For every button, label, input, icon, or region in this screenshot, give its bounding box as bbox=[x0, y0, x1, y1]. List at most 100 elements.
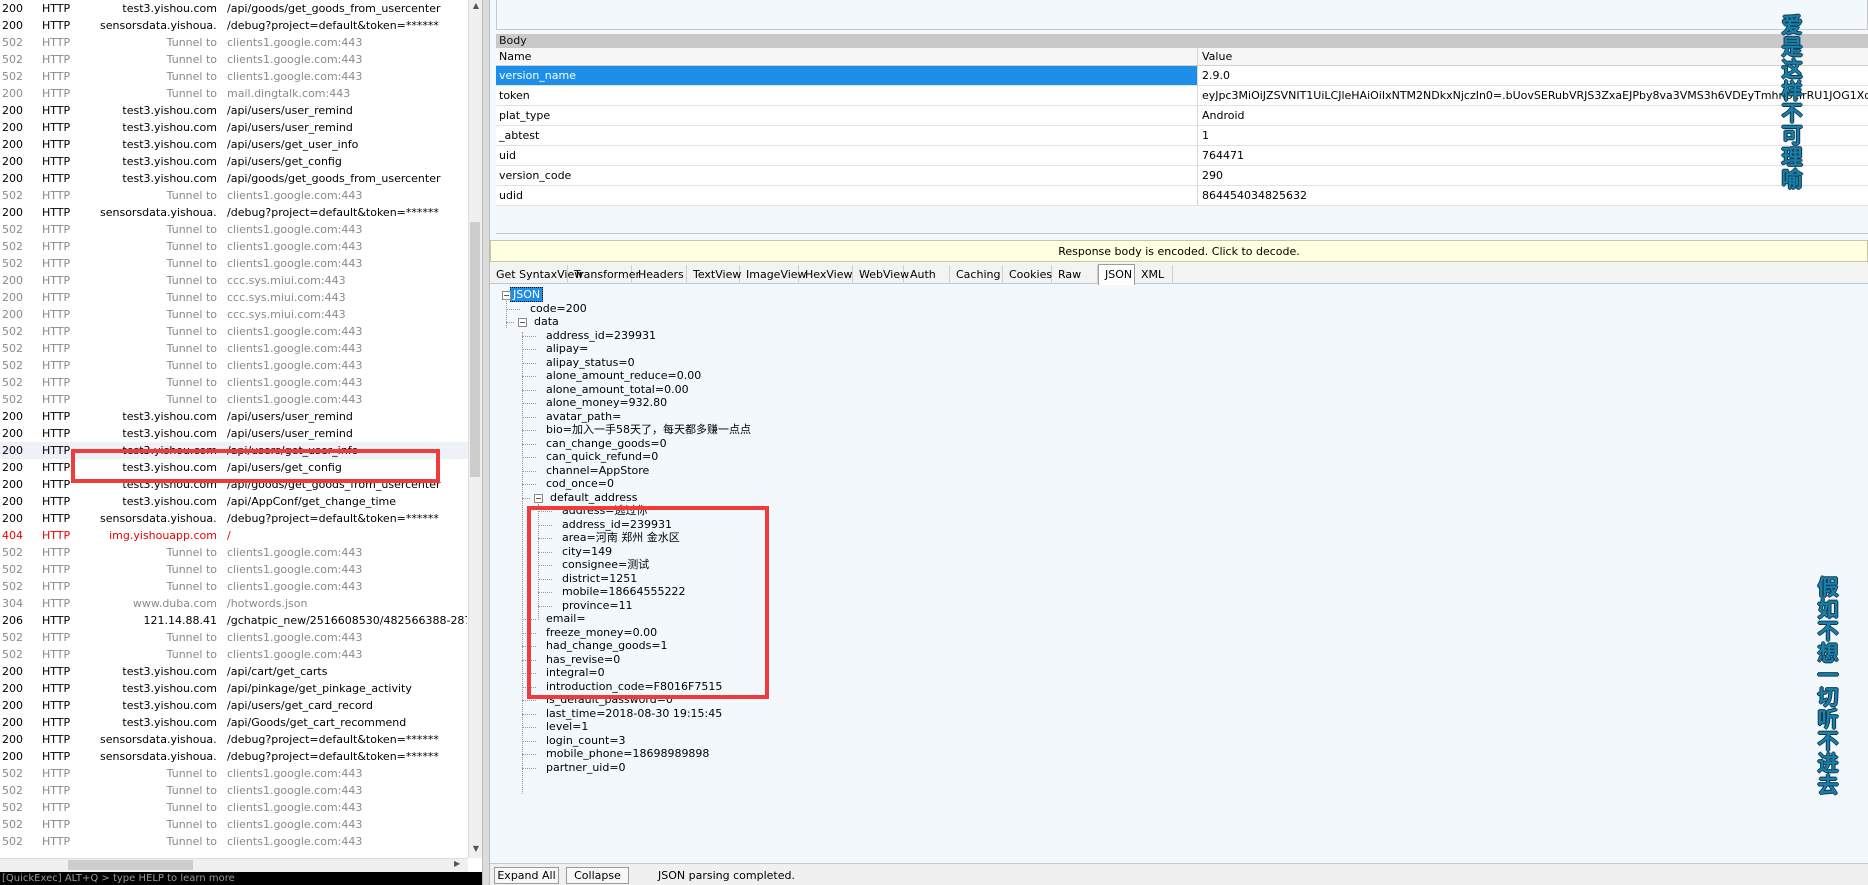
tab-imageview[interactable]: ImageView bbox=[740, 265, 807, 284]
session-row[interactable]: 200 HTTP test3.yishou.com/api/users/user_r… bbox=[0, 425, 468, 442]
tab-headers[interactable]: Headers bbox=[632, 265, 687, 284]
session-url: /api/users/get_user_info bbox=[227, 444, 359, 457]
session-row[interactable]: 200 HTTP test3.yishou.com/api/users/get_us… bbox=[0, 136, 468, 153]
session-row[interactable]: 200 HTTP test3.yishou.com/api/users/get_ca… bbox=[0, 697, 468, 714]
session-row[interactable]: 502 HTTP Tunnel to clients1.google.com:443 bbox=[0, 544, 468, 561]
quickexec-bar[interactable]: [QuickExec] ALT+Q > type HELP to learn m… bbox=[0, 872, 482, 885]
session-row[interactable]: 200 HTTP Tunnel to ccc.sys.miui.com:443 bbox=[0, 306, 468, 323]
tab-transformer[interactable]: Transformer bbox=[568, 265, 640, 284]
tab-xml[interactable]: XML bbox=[1135, 265, 1173, 284]
json-node-label: address_id=239931 bbox=[562, 517, 672, 531]
session-row[interactable]: 200 HTTP test3.yishou.com/api/users/user_r… bbox=[0, 102, 468, 119]
scroll-down-arrow-icon[interactable]: ▼ bbox=[469, 844, 483, 853]
session-row[interactable]: 502 HTTP Tunnel to clients1.google.com:443 bbox=[0, 782, 468, 799]
body-param-row[interactable]: version_code 290 bbox=[496, 166, 1868, 186]
session-list-hscroll-thumb[interactable] bbox=[68, 860, 193, 870]
session-row[interactable]: 502 HTTP Tunnel to clients1.google.com:443 bbox=[0, 187, 468, 204]
session-row[interactable]: 200 HTTP sensorsdata.yishoua... /debug?proj… bbox=[0, 204, 468, 221]
tab-cookies[interactable]: Cookies bbox=[1003, 265, 1052, 284]
tab-auth[interactable]: Auth bbox=[904, 265, 950, 284]
json-node-label: can_change_goods=0 bbox=[546, 436, 667, 450]
session-result: 200 bbox=[2, 155, 23, 168]
session-row[interactable]: 200 HTTP test3.yishou.com/api/goods/get_go… bbox=[0, 170, 468, 187]
decode-response-banner[interactable]: Response body is encoded. Click to decod… bbox=[490, 240, 1868, 262]
session-row[interactable]: 200 HTTP sensorsdata.yishoua... /debug?proj… bbox=[0, 731, 468, 748]
json-node-label: channel=AppStore bbox=[546, 463, 650, 477]
session-row[interactable]: 200 HTTP sensorsdata.yishoua... /debug?proj… bbox=[0, 748, 468, 765]
session-row[interactable]: 502 HTTP Tunnel to clients1.google.com:443 bbox=[0, 799, 468, 816]
session-row[interactable]: 200 HTTP sensorsdata.yishoua... /debug?proj… bbox=[0, 17, 468, 34]
body-param-row[interactable]: uid 764471 bbox=[496, 146, 1868, 166]
param-value: 290 bbox=[1202, 169, 1223, 182]
json-tree-view[interactable]: JSON − code=200− data address_id=239931 alipa… bbox=[490, 285, 1868, 862]
session-row[interactable]: 200 HTTP test3.yishou.com/api/pinkage/get_… bbox=[0, 680, 468, 697]
session-row[interactable]: 502 HTTP Tunnel to clients1.google.com:443 bbox=[0, 374, 468, 391]
column-header-name[interactable]: Name bbox=[496, 48, 1198, 65]
body-param-row[interactable]: _abtest 1 bbox=[496, 126, 1868, 146]
session-row[interactable]: 200 HTTP test3.yishou.com/api/goods/get_go… bbox=[0, 0, 468, 17]
session-row[interactable]: 502 HTTP Tunnel to clients1.google.com:443 bbox=[0, 765, 468, 782]
collapse-button[interactable]: Collapse bbox=[566, 867, 629, 884]
body-param-row[interactable]: udid 864454034825632 bbox=[496, 186, 1868, 206]
scroll-right-arrow-icon[interactable]: ▶ bbox=[454, 859, 460, 868]
expand-all-button[interactable]: Expand All bbox=[494, 867, 559, 884]
session-row[interactable]: 200 HTTP test3.yishou.com/api/Goods/get_ca… bbox=[0, 714, 468, 731]
session-row[interactable]: 200 HTTP Tunnel to ccc.sys.miui.com:443 bbox=[0, 272, 468, 289]
session-row[interactable]: 200 HTTP test3.yishou.com/api/AppConf/get_… bbox=[0, 493, 468, 510]
session-row[interactable]: 502 HTTP Tunnel to clients1.google.com:443 bbox=[0, 51, 468, 68]
session-url: /api/users/user_remind bbox=[227, 104, 353, 117]
session-row[interactable]: 200 HTTP sensorsdata.yishoua... /debug?proj… bbox=[0, 510, 468, 527]
json-tree-node[interactable]: partner_uid=0 bbox=[544, 760, 628, 776]
session-row[interactable]: 304 HTTP www.duba.com/hotwords.json bbox=[0, 595, 468, 612]
body-param-row[interactable]: plat_type Android bbox=[496, 106, 1868, 126]
session-row[interactable]: 200 HTTP test3.yishou.com/api/cart/get_car… bbox=[0, 663, 468, 680]
session-row[interactable]: 502 HTTP Tunnel to clients1.google.com:443 bbox=[0, 629, 468, 646]
body-section-header: Body bbox=[496, 34, 1868, 48]
session-row[interactable]: 502 HTTP Tunnel to clients1.google.com:443 bbox=[0, 578, 468, 595]
tab-get-syntaxview[interactable]: Get SyntaxView bbox=[490, 265, 583, 284]
session-row[interactable]: 200 HTTP test3.yishou.com/api/users/get_us… bbox=[0, 442, 468, 459]
session-row[interactable]: 502 HTTP Tunnel to clients1.google.com:443 bbox=[0, 340, 468, 357]
session-row[interactable]: 502 HTTP Tunnel to clients1.google.com:443 bbox=[0, 68, 468, 85]
session-result: 200 bbox=[2, 750, 23, 763]
column-header-value[interactable]: Value bbox=[1199, 48, 1868, 65]
session-row[interactable]: 200 HTTP test3.yishou.com/api/users/user_r… bbox=[0, 408, 468, 425]
session-row[interactable]: 404 HTTP img.yishouapp.com / bbox=[0, 527, 468, 544]
session-row[interactable]: 200 HTTP Tunnel to mail.dingtalk.com:443 bbox=[0, 85, 468, 102]
session-result: 200 bbox=[2, 478, 23, 491]
body-param-row[interactable]: version_name 2.9.0 bbox=[496, 66, 1868, 86]
session-row[interactable]: 502 HTTP Tunnel to clients1.google.com:443 bbox=[0, 357, 468, 374]
session-row[interactable]: 200 HTTP Tunnel to ccc.sys.miui.com:443 bbox=[0, 289, 468, 306]
session-row[interactable]: 502 HTTP Tunnel to clients1.google.com:443 bbox=[0, 221, 468, 238]
session-row[interactable]: 502 HTTP Tunnel to clients1.google.com:443 bbox=[0, 255, 468, 272]
body-param-row[interactable]: token eyJpc3MiOiJZSVNIT1UiLCJleHAiOiIxNTM… bbox=[496, 86, 1868, 106]
scroll-up-arrow-icon[interactable]: ▲ bbox=[469, 1, 483, 10]
session-row[interactable]: 502 HTTP Tunnel to clients1.google.com:443 bbox=[0, 646, 468, 663]
tab-json[interactable]: JSON bbox=[1098, 264, 1135, 285]
session-row[interactable]: 200 HTTP test3.yishou.com/api/users/get_co… bbox=[0, 153, 468, 170]
session-row[interactable]: 206 HTTP 121.14.88.41/gchatpic_new/2516608… bbox=[0, 612, 468, 629]
tab-raw[interactable]: Raw bbox=[1052, 265, 1098, 284]
session-protocol: HTTP bbox=[42, 750, 71, 763]
session-row[interactable]: 502 HTTP Tunnel to clients1.google.com:443 bbox=[0, 323, 468, 340]
session-url: /api/users/get_card_record bbox=[227, 699, 373, 712]
collapse-node-icon[interactable]: − bbox=[534, 493, 543, 503]
session-list-scroll-thumb[interactable] bbox=[470, 222, 480, 477]
session-row[interactable]: 502 HTTP Tunnel to clients1.google.com:443 bbox=[0, 238, 468, 255]
session-row[interactable]: 200 HTTP test3.yishou.com/api/goods/get_go… bbox=[0, 476, 468, 493]
tab-webview[interactable]: WebView bbox=[853, 265, 909, 284]
tab-caching[interactable]: Caching bbox=[950, 265, 1003, 284]
session-row[interactable]: 200 HTTP test3.yishou.com/api/users/get_co… bbox=[0, 459, 468, 476]
pane-splitter[interactable] bbox=[482, 0, 490, 885]
session-row[interactable]: 200 HTTP test3.yishou.com/api/users/user_r… bbox=[0, 119, 468, 136]
session-result: 200 bbox=[2, 121, 23, 134]
session-row[interactable]: 502 HTTP Tunnel to clients1.google.com:443 bbox=[0, 833, 468, 850]
session-row[interactable]: 502 HTTP Tunnel to clients1.google.com:443 bbox=[0, 816, 468, 833]
tab-hexview[interactable]: HexView bbox=[799, 265, 853, 284]
session-row[interactable]: 502 HTTP Tunnel to clients1.google.com:443 bbox=[0, 34, 468, 51]
tab-textview[interactable]: TextView bbox=[687, 265, 741, 284]
session-row[interactable]: 502 HTTP Tunnel to clients1.google.com:443 bbox=[0, 391, 468, 408]
session-row[interactable]: 502 HTTP Tunnel to clients1.google.com:443 bbox=[0, 561, 468, 578]
json-node-label: alone_money=932.80 bbox=[546, 396, 668, 409]
collapse-node-icon[interactable]: − bbox=[518, 318, 527, 327]
